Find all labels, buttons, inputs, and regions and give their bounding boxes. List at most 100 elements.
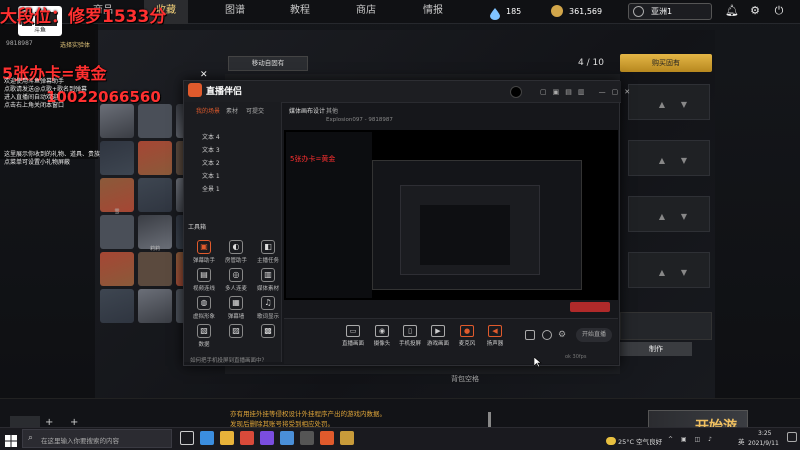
thumb-up-icon[interactable]: ▲ bbox=[657, 212, 667, 221]
craft-button[interactable]: 制作 bbox=[620, 342, 692, 356]
screen-capture-button[interactable]: ▭ 直播画面 bbox=[338, 325, 368, 347]
character-portrait[interactable] bbox=[100, 289, 134, 323]
character-portrait[interactable] bbox=[138, 215, 172, 249]
item-slot[interactable] bbox=[628, 84, 710, 120]
source-row[interactable]: 文本 3 bbox=[186, 145, 280, 157]
camera-button[interactable]: ◉ 摄像头 bbox=[367, 325, 397, 347]
item-slot[interactable] bbox=[628, 252, 710, 288]
tool-label: 数据 bbox=[198, 342, 210, 348]
thumb-up-icon[interactable]: ▲ bbox=[657, 100, 667, 109]
thumb-up-icon[interactable]: ▲ bbox=[657, 156, 667, 165]
source-row[interactable]: 文本 4 bbox=[186, 132, 280, 144]
tool-button[interactable]: ♫ 歌词显示 bbox=[250, 296, 286, 320]
tool-button[interactable]: ◎ 多人连麦 bbox=[218, 268, 254, 292]
speaker-button[interactable]: ◀ 扬声器 bbox=[480, 325, 510, 347]
region-label: 亚洲1 bbox=[651, 7, 673, 16]
app-icon[interactable] bbox=[240, 431, 254, 445]
folder-icon[interactable] bbox=[220, 431, 234, 445]
tool-icon: ♫ bbox=[261, 296, 275, 310]
currency-gold-amount: 361,569 bbox=[569, 7, 603, 16]
tab-tutorial[interactable]: 教程 bbox=[280, 0, 320, 24]
character-portrait[interactable] bbox=[138, 178, 172, 212]
tray-icons[interactable]: ^ ▣ ◫ ♪ bbox=[668, 436, 715, 443]
character-portrait[interactable] bbox=[100, 141, 134, 175]
character-portrait[interactable] bbox=[100, 215, 134, 249]
close-icon[interactable]: ✕ bbox=[200, 70, 210, 80]
tool-button[interactable]: ▤ 视频连线 bbox=[186, 268, 222, 292]
start-live-button[interactable]: 开始直播 bbox=[576, 328, 612, 342]
bell-icon[interactable]: 🔔︎ bbox=[725, 4, 739, 18]
tab-atlas[interactable]: 图谱 bbox=[215, 0, 255, 24]
character-portrait[interactable] bbox=[138, 289, 172, 323]
window-controls[interactable]: ▢▣▤▥ —▢✕ bbox=[540, 88, 636, 96]
windows-start-icon[interactable] bbox=[5, 432, 17, 447]
weather-text[interactable]: 25°C 空气良好 bbox=[618, 436, 662, 446]
task-view-icon[interactable] bbox=[180, 431, 194, 445]
btn-label: 游戏画面 bbox=[426, 341, 449, 347]
character-portrait[interactable] bbox=[138, 252, 172, 286]
character-portrait[interactable] bbox=[138, 141, 172, 175]
phone-cast-button[interactable]: ▯ 手机投屏 bbox=[395, 325, 425, 347]
source-row[interactable]: 全景 1 bbox=[186, 184, 280, 196]
steam-icon[interactable] bbox=[280, 431, 294, 445]
tab-submit[interactable]: 可提交 bbox=[246, 106, 264, 115]
source-row[interactable]: 文本 2 bbox=[186, 158, 280, 170]
clock-date[interactable]: 2021/9/11 bbox=[748, 440, 779, 447]
source-label: 文本 2 bbox=[202, 160, 220, 167]
item-slot[interactable] bbox=[628, 140, 710, 176]
craft-panel bbox=[620, 312, 712, 340]
microphone-button[interactable]: ● 麦克风 bbox=[452, 325, 482, 347]
character-portrait[interactable] bbox=[138, 104, 172, 138]
settings-icon[interactable]: ⚙ bbox=[558, 330, 568, 340]
tool-button[interactable]: ▦ 弹幕墙 bbox=[218, 296, 254, 320]
power-icon[interactable]: ⏻ bbox=[772, 4, 786, 18]
move-button[interactable]: 移动自固有 bbox=[228, 56, 308, 71]
taskbar-search-box[interactable]: ⌕ 在这里输入你要搜索的内容 bbox=[22, 429, 172, 448]
edge-icon[interactable] bbox=[200, 431, 214, 445]
tool-button[interactable]: ▣ 弹幕助手 bbox=[186, 240, 222, 264]
tool-button[interactable]: ◍ 虚拟形象 bbox=[186, 296, 222, 320]
record-icon[interactable] bbox=[525, 330, 535, 340]
tab-my-scene[interactable]: 我的场景 bbox=[196, 106, 220, 115]
tool-button[interactable]: ◐ 房管助手 bbox=[218, 240, 254, 264]
gear-icon[interactable]: ⚙ bbox=[748, 4, 762, 18]
help-hint[interactable]: 如何把手机投屏到直播画面中？ bbox=[190, 356, 267, 364]
tool-button[interactable]: ◧ 主播任务 bbox=[250, 240, 286, 264]
game-capture-button[interactable]: ▶ 游戏画面 bbox=[423, 325, 453, 347]
notification-icon[interactable] bbox=[787, 432, 797, 442]
backpack-label: 背包空格 bbox=[451, 375, 479, 383]
avatar[interactable] bbox=[510, 86, 522, 98]
character-portrait[interactable] bbox=[100, 252, 134, 286]
app-icon[interactable] bbox=[300, 431, 314, 445]
tool-button[interactable]: ▥ 媒体素材 bbox=[250, 268, 286, 292]
tab-material[interactable]: 素材 bbox=[226, 106, 238, 115]
tab-intel[interactable]: 情报 bbox=[413, 0, 453, 24]
streaming-app-icon[interactable] bbox=[320, 431, 334, 445]
item-slot[interactable] bbox=[628, 196, 710, 232]
tab-other[interactable]: 其他 bbox=[326, 106, 338, 115]
tab-canvas[interactable]: 媒体画布设计 bbox=[289, 106, 325, 115]
eye-icon[interactable] bbox=[542, 330, 552, 340]
thumb-down-icon[interactable]: ▼ bbox=[679, 100, 689, 109]
app-icon[interactable] bbox=[260, 431, 274, 445]
input-language[interactable]: 英 bbox=[738, 436, 745, 446]
character-portrait[interactable] bbox=[100, 178, 134, 212]
character-portrait[interactable] bbox=[100, 104, 134, 138]
thumb-down-icon[interactable]: ▼ bbox=[679, 268, 689, 277]
source-row[interactable]: 文本 1 bbox=[186, 171, 280, 183]
tool-button[interactable]: ▩ bbox=[250, 324, 286, 340]
tool-button[interactable]: ▨ bbox=[218, 324, 254, 340]
source-label: 文本 1 bbox=[202, 173, 220, 180]
thumb-up-icon[interactable]: ▲ bbox=[657, 268, 667, 277]
purchase-button[interactable]: 购买固有 bbox=[620, 54, 712, 72]
tab-shop[interactable]: 商店 bbox=[346, 0, 386, 24]
tool-icon: ▩ bbox=[261, 324, 275, 338]
thumb-down-icon[interactable]: ▼ bbox=[679, 156, 689, 165]
tool-label: 视频连线 bbox=[192, 286, 215, 292]
game-icon[interactable] bbox=[340, 431, 354, 445]
thumb-down-icon[interactable]: ▼ bbox=[679, 212, 689, 221]
tool-icon: ◎ bbox=[229, 268, 243, 282]
svg-text:斗鱼: 斗鱼 bbox=[34, 26, 46, 34]
clock-time[interactable]: 3:25 bbox=[758, 430, 771, 437]
tool-button[interactable]: ▧ 数据 bbox=[186, 324, 222, 348]
